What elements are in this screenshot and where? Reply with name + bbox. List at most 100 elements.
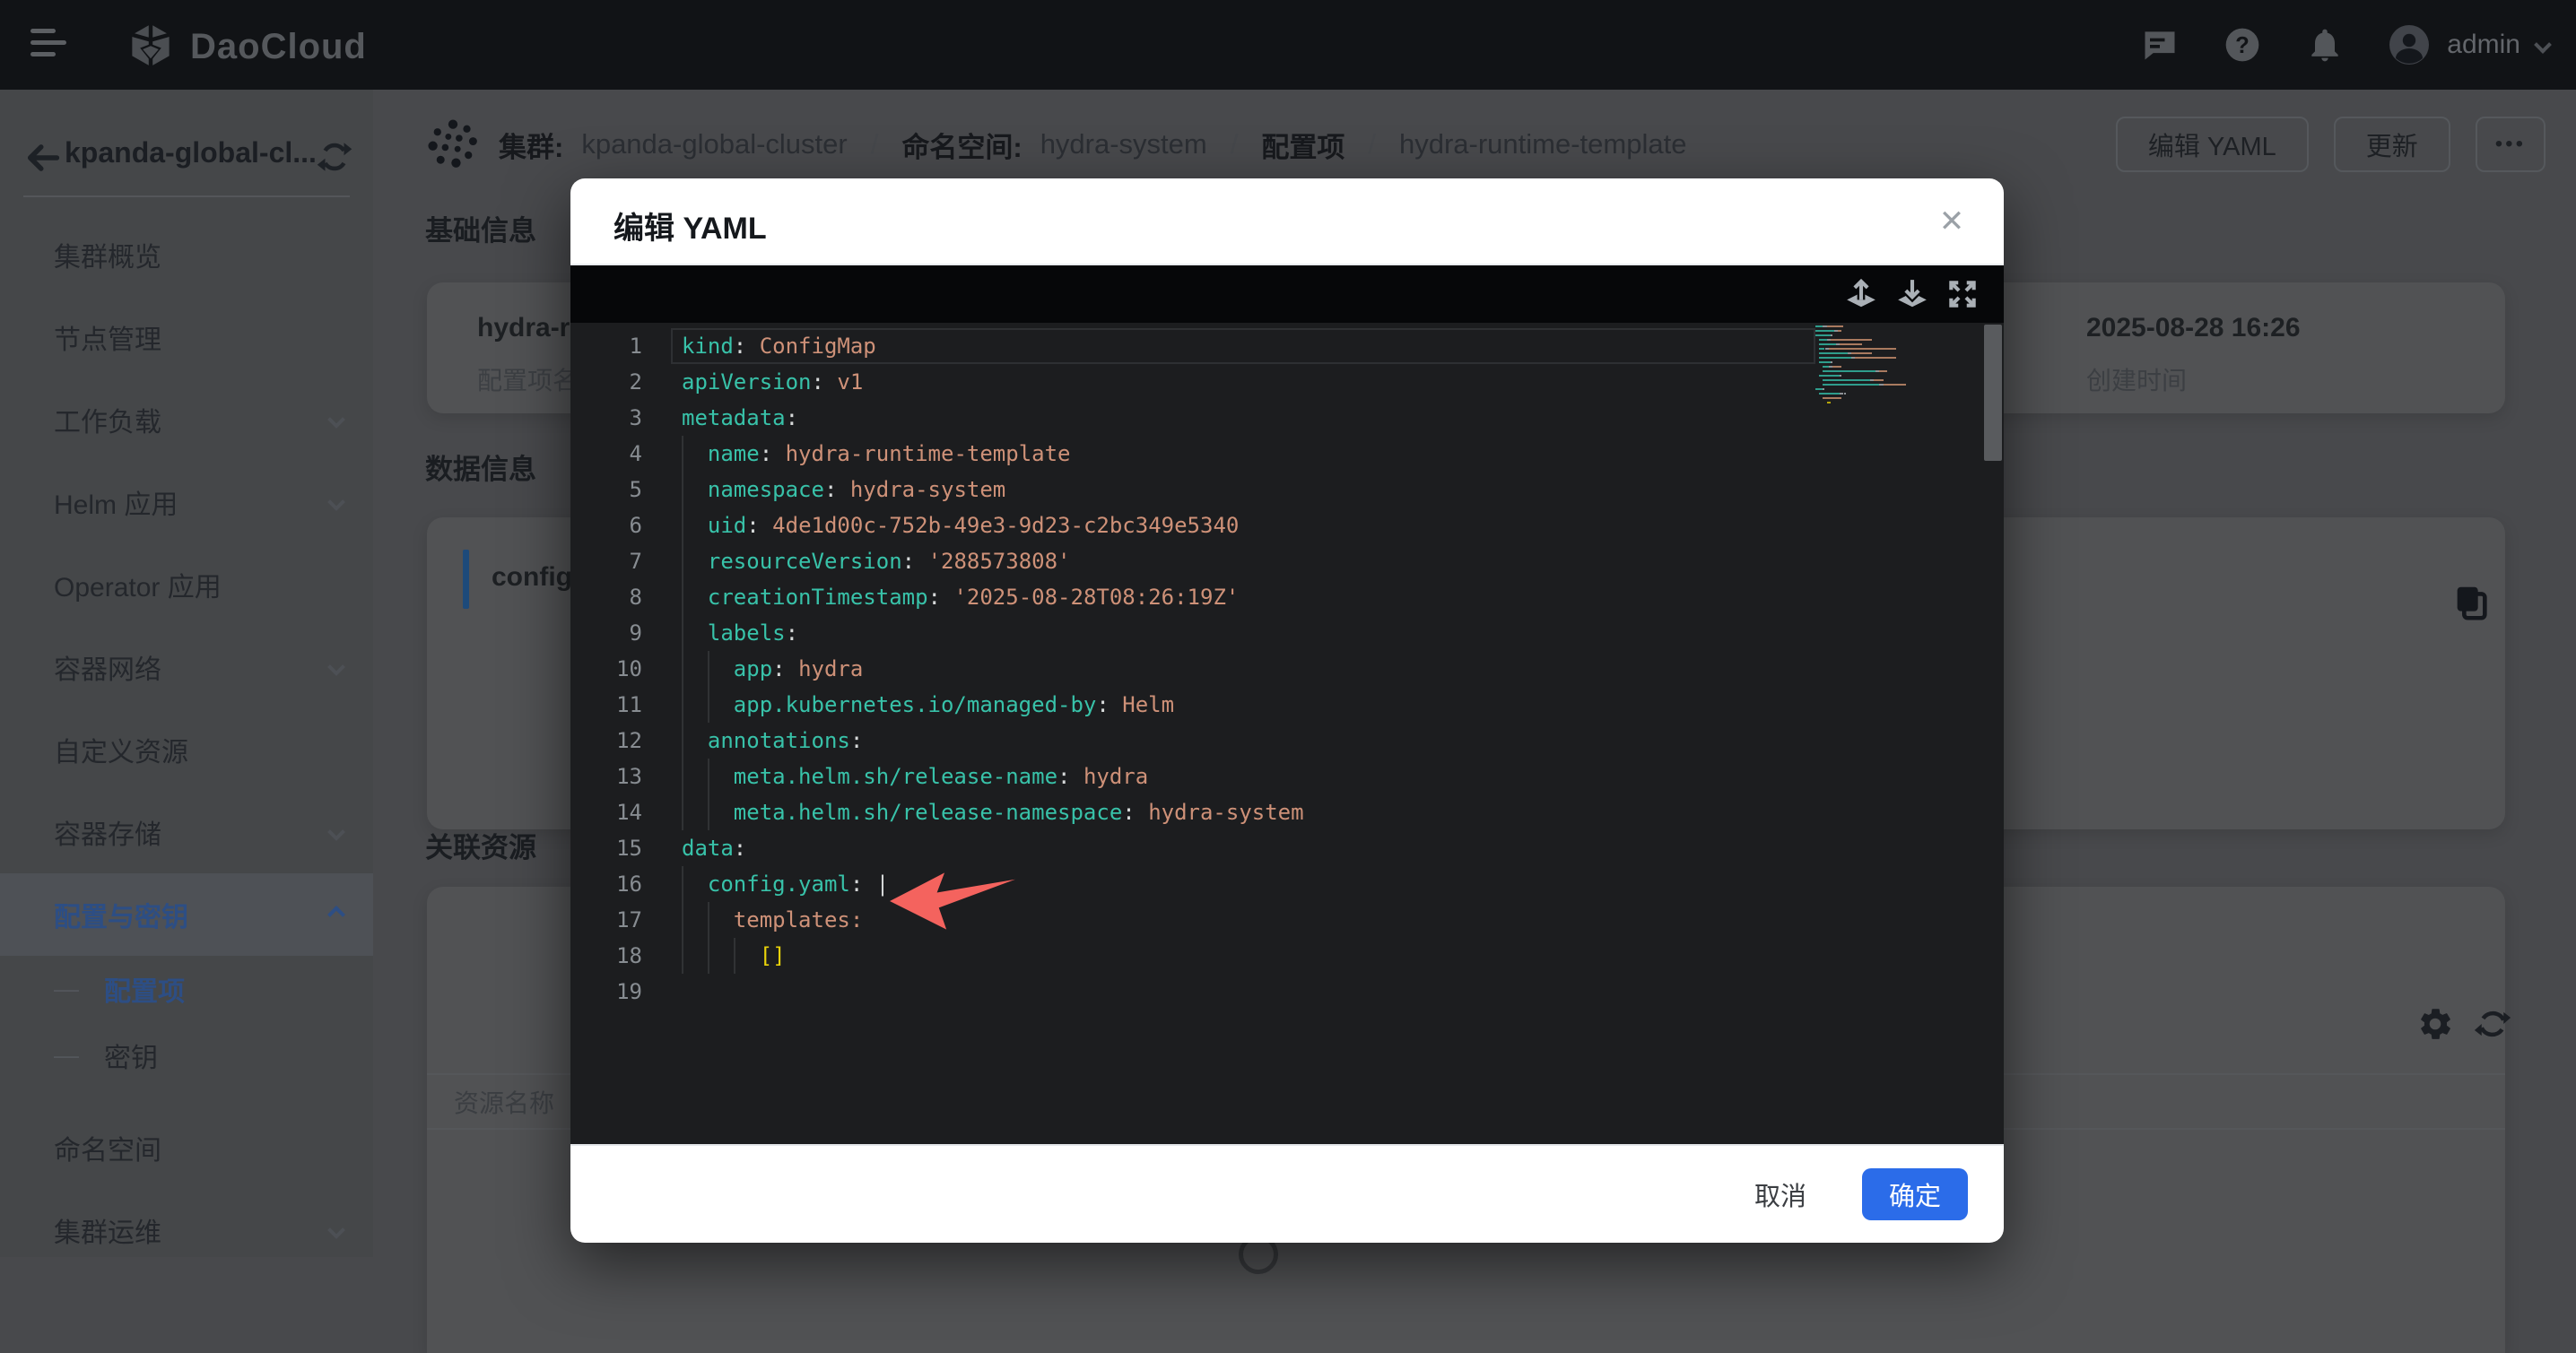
- gear-icon[interactable]: [2416, 1005, 2454, 1043]
- editor-minimap[interactable]: [1815, 325, 1982, 410]
- code-text: annotations:: [682, 728, 863, 753]
- code-line-18[interactable]: 18 []: [570, 938, 2004, 974]
- sidebar-item-密钥[interactable]: — 密钥: [0, 1022, 373, 1088]
- copy-icon[interactable]: [2450, 582, 2492, 623]
- code-line-8[interactable]: 8 creationTimestamp: '2025-08-28T08:26:1…: [570, 579, 2004, 615]
- fullscreen-icon[interactable]: [1945, 277, 1980, 311]
- line-number: 10: [570, 651, 657, 687]
- code-line-9[interactable]: 9 labels:: [570, 615, 2004, 651]
- sidebar-item-label: 密钥: [104, 1036, 158, 1075]
- code-line-17[interactable]: 17 templates:: [570, 902, 2004, 938]
- sidebar-item-label: 节点管理: [54, 317, 161, 357]
- menu-icon[interactable]: [30, 29, 66, 61]
- download-icon[interactable]: [1895, 277, 1929, 311]
- code-line-19[interactable]: 19: [570, 974, 2004, 1010]
- editor-scrollbar[interactable]: [1984, 325, 2002, 461]
- code-line-1[interactable]: 1kind: ConfigMap: [570, 328, 2004, 364]
- user-menu[interactable]: admin: [2388, 23, 2549, 66]
- cancel-button[interactable]: 取消: [1738, 1163, 1823, 1226]
- code-line-4[interactable]: 4 name: hydra-runtime-template: [570, 436, 2004, 472]
- editor-toolbar: [570, 265, 2004, 323]
- back-arrow-icon[interactable]: [23, 138, 63, 178]
- active-tab-indicator: [463, 550, 469, 609]
- modal-header: 编辑 YAML ✕: [570, 178, 2004, 265]
- code-line-5[interactable]: 5 namespace: hydra-system: [570, 472, 2004, 507]
- sidebar-divider: [23, 195, 350, 197]
- code-line-2[interactable]: 2apiVersion: v1: [570, 364, 2004, 400]
- code-line-14[interactable]: 14 meta.helm.sh/release-namespace: hydra…: [570, 794, 2004, 830]
- username: admin: [2447, 30, 2520, 60]
- subitem-dash-icon: —: [54, 1041, 79, 1070]
- code-line-3[interactable]: 3metadata:: [570, 400, 2004, 436]
- table-col-resource-name: 资源名称: [454, 1084, 554, 1120]
- chevron-down-icon: [327, 658, 345, 676]
- sidebar-item-工作负载[interactable]: 工作负载: [0, 378, 373, 461]
- avatar: [2388, 23, 2431, 66]
- sidebar-item-配置与密钥[interactable]: 配置与密钥: [0, 873, 373, 956]
- code-text: resourceVersion: '288573808': [682, 549, 1071, 574]
- chat-icon[interactable]: [2140, 25, 2180, 65]
- switch-cluster-icon[interactable]: [316, 138, 353, 176]
- line-number: 5: [570, 472, 657, 507]
- upload-icon[interactable]: [1844, 277, 1878, 311]
- sidebar-item-Helm 应用[interactable]: Helm 应用: [0, 461, 373, 543]
- confirm-button[interactable]: 确定: [1862, 1168, 1968, 1220]
- modal-title: 编辑 YAML: [614, 204, 767, 247]
- breadcrumb-kind[interactable]: 配置项: [1261, 125, 1345, 165]
- sidebar-item-label: Operator 应用: [54, 565, 222, 604]
- code-text: creationTimestamp: '2025-08-28T08:26:19Z…: [682, 585, 1239, 610]
- sidebar-item-配置项[interactable]: —配置项: [0, 956, 373, 1022]
- more-actions-button[interactable]: •••: [2476, 117, 2546, 172]
- cluster-name: kpanda-global-cl...: [65, 136, 317, 169]
- created-time: 2025-08-28 16:26: [2086, 313, 2301, 343]
- line-number: 17: [570, 902, 657, 938]
- breadcrumb-separator: /: [1362, 128, 1381, 160]
- code-line-15[interactable]: 15data:: [570, 830, 2004, 866]
- code-text: config.yaml: |: [682, 872, 889, 897]
- code-text: app.kubernetes.io/managed-by: Helm: [682, 692, 1174, 717]
- sidebar-item-Operator 应用[interactable]: Operator 应用: [0, 543, 373, 626]
- sidebar-item-容器存储[interactable]: 容器存储: [0, 791, 373, 873]
- breadcrumb: 集群: kpanda-global-cluster / 命名空间: hydra-…: [425, 115, 1686, 174]
- code-line-7[interactable]: 7 resourceVersion: '288573808': [570, 543, 2004, 579]
- line-number: 12: [570, 723, 657, 759]
- chevron-down-icon: [327, 1221, 345, 1239]
- annotation-arrow-icon: [890, 870, 1015, 932]
- code-line-6[interactable]: 6 uid: 4de1d00c-752b-49e3-9d23-c2bc349e5…: [570, 507, 2004, 543]
- breadcrumb-namespace-label: 命名空间:: [901, 125, 1022, 165]
- breadcrumb-cluster-value[interactable]: kpanda-global-cluster: [581, 128, 847, 160]
- line-number: 19: [570, 974, 657, 1010]
- code-line-12[interactable]: 12 annotations:: [570, 723, 2004, 759]
- breadcrumb-namespace-value[interactable]: hydra-system: [1040, 128, 1207, 160]
- yaml-editor[interactable]: 1kind: ConfigMap2apiVersion: v13metadata…: [570, 323, 2004, 1144]
- sidebar-item-节点管理[interactable]: 节点管理: [0, 296, 373, 378]
- sidebar-item-label: 命名空间: [54, 1128, 161, 1167]
- breadcrumb-separator: /: [866, 128, 884, 160]
- bell-icon[interactable]: [2305, 25, 2345, 65]
- sidebar-item-label: 工作负载: [54, 400, 161, 439]
- edit-yaml-button[interactable]: 编辑 YAML: [2116, 117, 2309, 172]
- sidebar-item-自定义资源[interactable]: 自定义资源: [0, 708, 373, 791]
- sidebar-item-集群运维[interactable]: 集群运维: [0, 1189, 373, 1271]
- code-line-10[interactable]: 10 app: hydra: [570, 651, 2004, 687]
- code-text: name: hydra-runtime-template: [682, 441, 1071, 466]
- refresh-icon[interactable]: [2474, 1005, 2511, 1043]
- code-line-13[interactable]: 13 meta.helm.sh/release-name: hydra: [570, 759, 2004, 794]
- sidebar-item-label: 集群概览: [54, 235, 161, 274]
- top-bar: DaoCloud ? admin: [0, 0, 2576, 90]
- sidebar-item-集群概览[interactable]: 集群概览: [0, 213, 373, 296]
- help-icon[interactable]: ?: [2223, 25, 2262, 65]
- code-text: data:: [682, 836, 746, 861]
- sidebar-item-容器网络[interactable]: 容器网络: [0, 626, 373, 708]
- svg-text:?: ?: [2235, 33, 2250, 58]
- sidebar-item-label: 集群运维: [54, 1210, 161, 1250]
- code-line-11[interactable]: 11 app.kubernetes.io/managed-by: Helm: [570, 687, 2004, 723]
- code-text: namespace: hydra-system: [682, 477, 1005, 502]
- code-text: uid: 4de1d00c-752b-49e3-9d23-c2bc349e534…: [682, 513, 1239, 538]
- sidebar-item-命名空间[interactable]: 命名空间: [0, 1106, 373, 1189]
- close-icon[interactable]: ✕: [1930, 200, 1973, 243]
- code-line-16[interactable]: 16 config.yaml: |: [570, 866, 2004, 902]
- sidebar-item-label: 容器网络: [54, 647, 161, 687]
- update-button[interactable]: 更新: [2334, 117, 2450, 172]
- daocloud-logo: DaoCloud: [126, 22, 367, 72]
